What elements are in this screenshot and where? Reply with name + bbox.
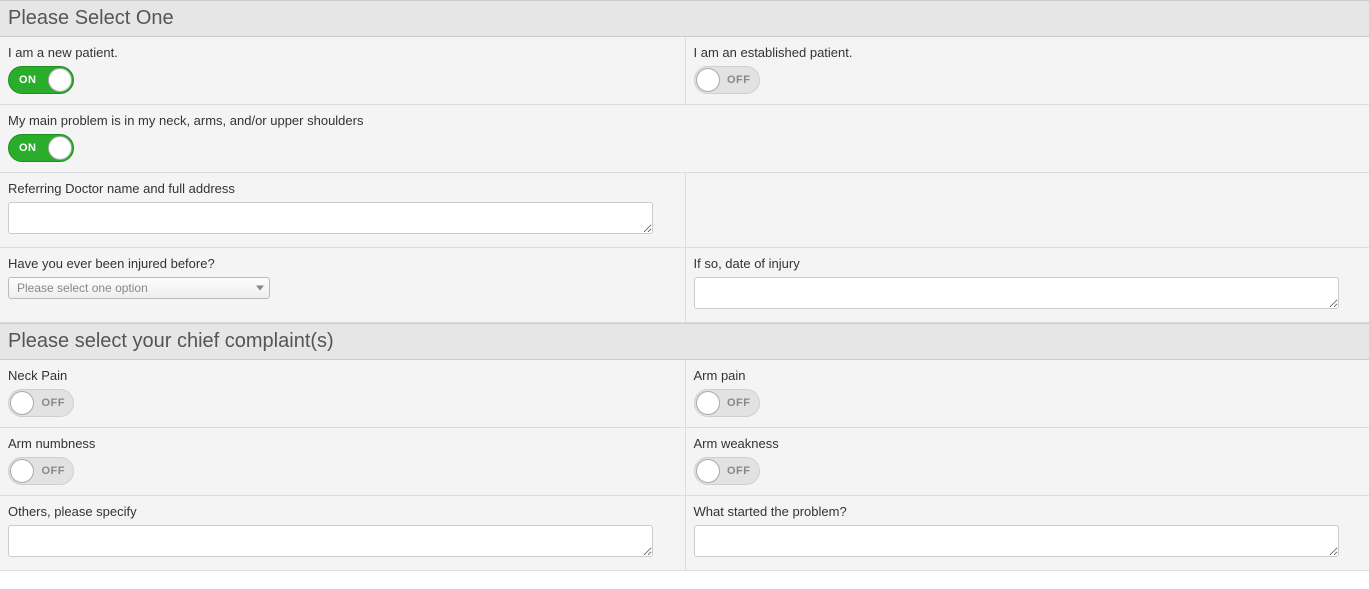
toggle-knob-icon [48,68,72,92]
field-neck-pain: Neck Pain OFF [0,360,685,427]
toggle-neck-pain[interactable]: OFF [8,389,74,417]
label-arm-numbness: Arm numbness [8,436,677,451]
input-injury-date[interactable] [694,277,1339,309]
toggle-knob-icon [10,391,34,415]
toggle-knob-icon [696,459,720,483]
label-what-started: What started the problem? [694,504,1362,519]
section-header-chief-complaints: Please select your chief complaint(s) [0,323,1369,360]
toggle-new-patient[interactable]: ON [8,66,74,94]
label-others-specify: Others, please specify [8,504,677,519]
label-neck-pain: Neck Pain [8,368,677,383]
field-others-specify: Others, please specify [0,496,685,570]
toggle-established-patient[interactable]: OFF [694,66,760,94]
toggle-arm-numbness-text: OFF [42,465,66,477]
field-injury-date: If so, date of injury [685,248,1369,322]
label-arm-weakness: Arm weakness [694,436,1362,451]
toggle-knob-icon [10,459,34,483]
section-header-select-one: Please Select One [0,0,1369,37]
field-what-started: What started the problem? [685,496,1369,570]
toggle-new-patient-text: ON [19,74,37,86]
label-referring-doctor: Referring Doctor name and full address [8,181,677,196]
toggle-arm-numbness[interactable]: OFF [8,457,74,485]
toggle-arm-pain-text: OFF [727,397,751,409]
toggle-neck-problem-text: ON [19,142,37,154]
label-injury-date: If so, date of injury [694,256,1362,271]
field-injured-before: Have you ever been injured before? Pleas… [0,248,685,322]
toggle-arm-weakness-text: OFF [727,465,751,477]
field-new-patient: I am a new patient. ON [0,37,685,104]
input-others-specify[interactable] [8,525,653,557]
toggle-arm-pain[interactable]: OFF [694,389,760,417]
toggle-neck-problem[interactable]: ON [8,134,74,162]
label-new-patient: I am a new patient. [8,45,677,60]
field-neck-problem: My main problem is in my neck, arms, and… [0,105,1369,172]
label-arm-pain: Arm pain [694,368,1362,383]
toggle-neck-pain-text: OFF [42,397,66,409]
input-referring-doctor[interactable] [8,202,653,234]
toggle-knob-icon [696,68,720,92]
field-arm-pain: Arm pain OFF [685,360,1369,427]
input-what-started[interactable] [694,525,1339,557]
toggle-knob-icon [48,136,72,160]
label-injured-before: Have you ever been injured before? [8,256,677,271]
field-arm-weakness: Arm weakness OFF [685,428,1369,495]
toggle-knob-icon [696,391,720,415]
field-arm-numbness: Arm numbness OFF [0,428,685,495]
label-established-patient: I am an established patient. [694,45,1362,60]
toggle-arm-weakness[interactable]: OFF [694,457,760,485]
toggle-established-patient-text: OFF [727,74,751,86]
select-injured-before[interactable]: Please select one option [8,277,270,299]
empty-cell [685,173,1369,247]
label-neck-problem: My main problem is in my neck, arms, and… [8,113,1361,128]
field-referring-doctor: Referring Doctor name and full address [0,173,685,247]
field-established-patient: I am an established patient. OFF [685,37,1369,104]
